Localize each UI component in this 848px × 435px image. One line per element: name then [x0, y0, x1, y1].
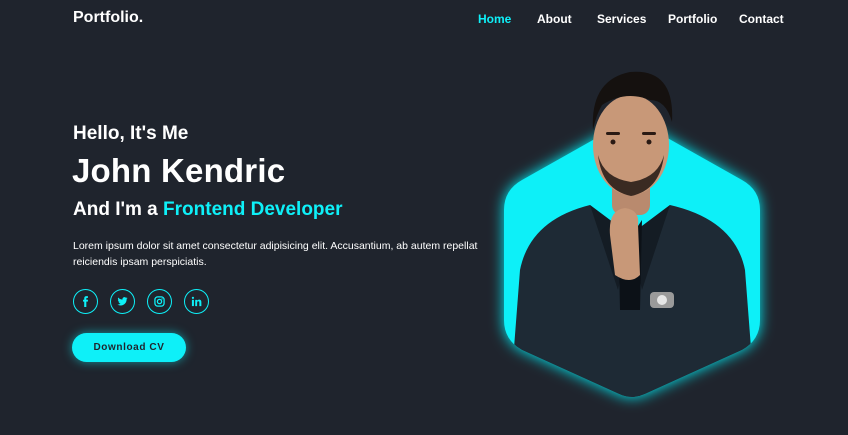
hero-role-prefix: And I'm a	[73, 199, 164, 220]
nav-portfolio[interactable]: Portfolio	[668, 12, 717, 26]
main-nav: Home About Services Portfolio Contact	[0, 12, 848, 28]
nav-about[interactable]: About	[537, 12, 572, 26]
twitter-icon	[117, 297, 128, 306]
twitter-link[interactable]	[110, 289, 135, 314]
linkedin-link[interactable]	[184, 289, 209, 314]
facebook-link[interactable]	[73, 289, 98, 314]
instagram-link[interactable]	[147, 289, 172, 314]
profile-portrait	[490, 60, 775, 400]
hero-greeting: Hello, It's Me	[73, 123, 189, 144]
nav-services[interactable]: Services	[597, 12, 646, 26]
profile-photo	[504, 71, 760, 397]
linkedin-icon	[191, 296, 202, 307]
hero-name: John Kendric	[72, 152, 286, 189]
instagram-icon	[154, 296, 165, 307]
portfolio-page: Portfolio. Home About Services Portfolio…	[0, 0, 848, 435]
nav-contact[interactable]: Contact	[739, 12, 784, 26]
social-links	[73, 289, 209, 314]
hero-role: And I'm a Frontend Developer	[73, 199, 343, 221]
nav-home[interactable]: Home	[478, 12, 511, 26]
hero-description: Lorem ipsum dolor sit amet consectetur a…	[73, 240, 478, 268]
facebook-icon	[83, 296, 89, 307]
download-cv-button[interactable]: Download CV	[72, 333, 186, 362]
hero-role-highlight: Frontend Developer	[163, 199, 343, 220]
